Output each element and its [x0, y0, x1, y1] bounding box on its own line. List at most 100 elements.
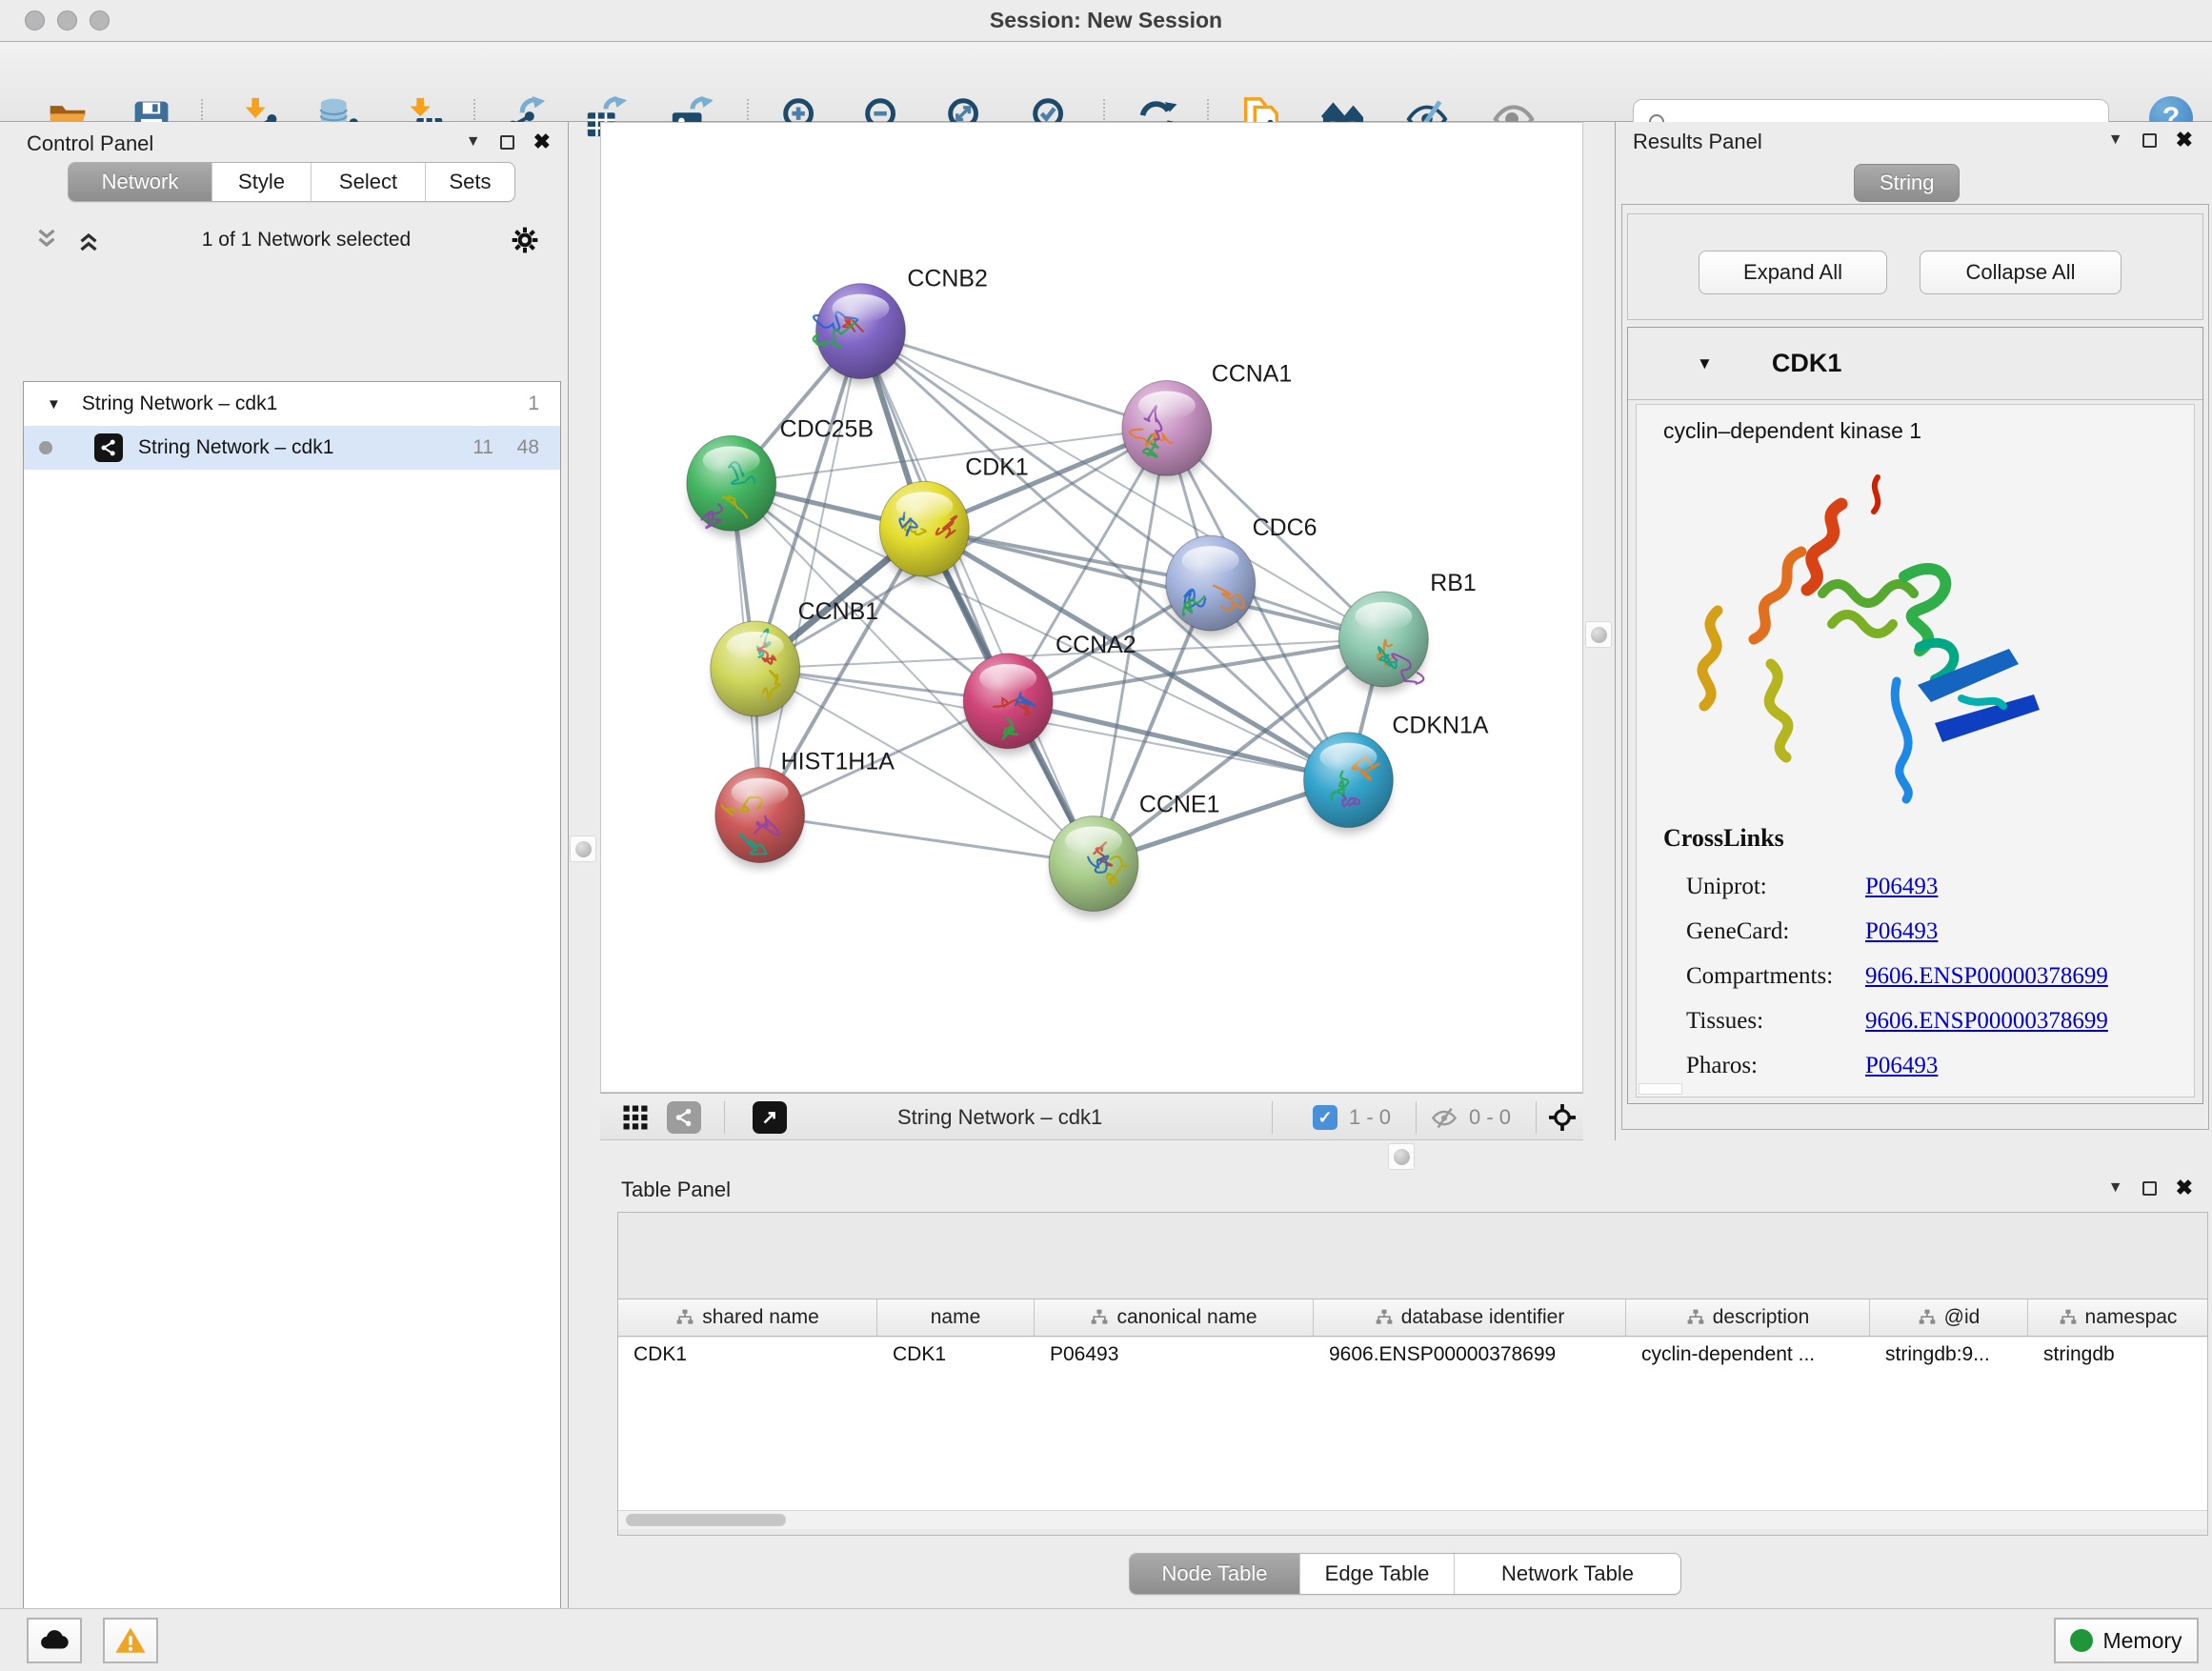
navigator-icon[interactable] — [753, 1101, 787, 1134]
results-panel-title: Results Panel — [1633, 130, 1762, 154]
cell-shared-name[interactable]: CDK1 — [618, 1338, 877, 1372]
network-node-RB1[interactable]: RB1 — [1338, 570, 1476, 693]
cell-description[interactable]: cyclin-dependent ... — [1626, 1338, 1870, 1372]
column-header-shared-name[interactable]: shared name — [618, 1299, 877, 1336]
network-node-CDC25B[interactable]: CDC25B — [687, 415, 874, 536]
table-hscrollbar[interactable] — [618, 1510, 2207, 1529]
protein-structure-image — [1679, 460, 2061, 811]
node-label-CDC25B: CDC25B — [780, 415, 874, 442]
network-node-CCNB1[interactable]: CCNB1 — [711, 598, 878, 722]
network-node-CCNA1[interactable]: CCNA1 — [1122, 360, 1292, 481]
network-edge-CCNA2-CDKN1A[interactable] — [1008, 701, 1348, 780]
hidden-eye-slash-icon[interactable] — [1431, 1101, 1458, 1134]
cell-id[interactable]: stringdb:9... — [1870, 1338, 2028, 1372]
results-panel: Results Panel ▼ ✖ String Expand All Coll… — [1615, 122, 2212, 1140]
column-header-namespace[interactable]: namespac — [2028, 1299, 2207, 1336]
network-row-selected[interactable]: String Network – cdk1 11 48 — [24, 426, 560, 470]
selected-counts: 1 - 0 — [1349, 1101, 1391, 1134]
status-bar — [0, 1608, 2212, 1671]
crosslink-row: Pharos: P06493 — [1686, 1043, 2182, 1088]
tab-edge-table[interactable]: Edge Table — [1299, 1554, 1454, 1594]
collection-label: String Network – cdk1 — [82, 393, 277, 415]
memory-status-dot-icon — [2070, 1629, 2093, 1652]
network-edge-CDK1-RB1[interactable] — [924, 529, 1383, 639]
control-panel-close-icon[interactable]: ✖ — [533, 131, 551, 152]
table-panel-float-icon[interactable] — [2142, 1181, 2157, 1196]
tab-style[interactable]: Style — [211, 163, 311, 201]
crosslink-label: GeneCard: — [1686, 918, 1865, 945]
column-header-id[interactable]: @id — [1870, 1299, 2028, 1336]
network-canvas[interactable]: CCNB2CCNA1CDC25BCDK1CDC6RB1CCNB1CCNA2CDK… — [600, 122, 1583, 1093]
network-options-gear-icon[interactable] — [510, 225, 540, 255]
tab-network[interactable]: Network — [69, 163, 211, 201]
crosslink-row: GeneCard: P06493 — [1686, 909, 2182, 954]
memory-button[interactable]: Memory — [2054, 1618, 2199, 1663]
title-bar: Session: New Session — [0, 0, 2212, 42]
network-node-CDK1[interactable]: CDK1 — [879, 453, 1028, 582]
crosshair-icon[interactable] — [1547, 1101, 1578, 1134]
bottom-splitter-handle[interactable] — [1388, 1143, 1415, 1170]
window-title: Session: New Session — [0, 8, 2212, 33]
network-node-CCNE1[interactable]: CCNE1 — [1049, 792, 1219, 917]
column-header-canonical-name[interactable]: canonical name — [1035, 1299, 1314, 1336]
gene-section-header[interactable]: ▼ CDK1 — [1628, 328, 2202, 400]
crosslink-value-link[interactable]: P06493 — [1865, 918, 1938, 945]
main-toolbar: ? — [0, 42, 2212, 122]
expand-all-chevron-icon[interactable] — [32, 226, 61, 254]
left-splitter-handle[interactable] — [570, 836, 596, 862]
crosslinks-list: Uniprot: P06493 GeneCard: P06493 Compart… — [1686, 864, 2182, 1088]
results-panel-close-icon[interactable]: ✖ — [2176, 130, 2193, 151]
cell-canonical-name[interactable]: P06493 — [1035, 1338, 1314, 1372]
warning-icon — [114, 1624, 147, 1657]
collection-expand-icon[interactable]: ▼ — [47, 396, 61, 413]
crosslink-row: Compartments: 9606.ENSP00000378699 — [1686, 954, 2182, 998]
network-edge-CCNE1-CCNB2[interactable] — [860, 332, 1094, 864]
table-panel-menu-icon[interactable]: ▼ — [2108, 1180, 2123, 1196]
expand-all-button[interactable]: Expand All — [1699, 251, 1887, 294]
collapse-all-button[interactable]: Collapse All — [1920, 251, 2122, 294]
control-panel-float-icon[interactable] — [500, 135, 514, 150]
column-header-description[interactable]: description — [1626, 1299, 1870, 1336]
crosslink-value-link[interactable]: 9606.ENSP00000378699 — [1865, 963, 2108, 990]
network-view-title: String Network – cdk1 — [897, 1094, 1102, 1141]
network-edge-CCNB2-CCNA1[interactable] — [860, 332, 1166, 429]
crosslink-value-link[interactable]: P06493 — [1865, 1053, 1938, 1079]
control-panel-title: Control Panel — [27, 131, 153, 156]
node-label-HIST1H1A: HIST1H1A — [781, 749, 895, 775]
column-header-name[interactable]: name — [877, 1299, 1035, 1336]
network-collection-row[interactable]: ▼ String Network – cdk1 1 — [24, 382, 560, 426]
results-hscrollbar-thumb[interactable] — [1639, 1083, 1682, 1095]
tab-sets[interactable]: Sets — [425, 163, 514, 201]
table-hscrollbar-thumb[interactable] — [626, 1514, 786, 1526]
cell-namespace[interactable]: stringdb — [2028, 1338, 2207, 1372]
crosslink-value-link[interactable]: P06493 — [1865, 874, 1938, 900]
tab-string[interactable]: String — [1854, 164, 1960, 202]
grid-view-icon[interactable] — [621, 1101, 650, 1134]
toolbar-separator — [1416, 1101, 1417, 1134]
share-view-icon[interactable] — [667, 1101, 701, 1134]
column-header-database-identifier[interactable]: database identifier — [1314, 1299, 1626, 1336]
tab-network-table[interactable]: Network Table — [1454, 1554, 1680, 1594]
control-panel-menu-icon[interactable]: ▼ — [466, 134, 481, 150]
crosslink-value-link[interactable]: 9606.ENSP00000378699 — [1865, 1008, 2108, 1035]
selected-checkbox[interactable]: ✓ — [1313, 1101, 1337, 1134]
warning-button[interactable] — [103, 1618, 158, 1663]
table-panel-close-icon[interactable]: ✖ — [2176, 1178, 2193, 1198]
table-row[interactable]: CDK1 CDK1 P06493 9606.ENSP00000378699 cy… — [618, 1338, 2207, 1372]
results-panel-menu-icon[interactable]: ▼ — [2108, 132, 2123, 148]
network-node-HIST1H1A[interactable]: HIST1H1A — [715, 749, 895, 869]
node-label-CDKN1A: CDKN1A — [1392, 713, 1489, 739]
tab-select[interactable]: Select — [311, 163, 425, 201]
right-splitter-handle[interactable] — [1585, 621, 1612, 648]
collapse-all-chevron-icon[interactable] — [74, 226, 103, 254]
network-edge-CCNE1-HIST1H1A[interactable] — [760, 815, 1094, 864]
cell-database-identifier[interactable]: 9606.ENSP00000378699 — [1314, 1338, 1626, 1372]
tab-node-table[interactable]: Node Table — [1130, 1554, 1299, 1594]
cell-name[interactable]: CDK1 — [877, 1338, 1035, 1372]
hidden-counts: 0 - 0 — [1469, 1101, 1511, 1134]
results-panel-float-icon[interactable] — [2142, 133, 2157, 148]
cloud-button[interactable] — [27, 1618, 82, 1663]
table-tabs: Node Table Edge Table Network Table — [1129, 1553, 1681, 1595]
network-node-CDKN1A[interactable]: CDKN1A — [1304, 713, 1489, 834]
gene-expand-icon[interactable]: ▼ — [1697, 354, 1713, 373]
